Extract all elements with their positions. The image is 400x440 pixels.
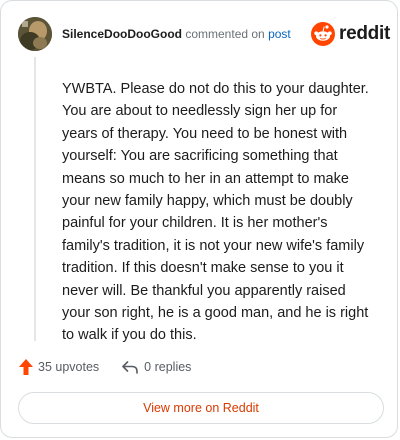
reply-arrow-icon bbox=[122, 361, 138, 374]
avatar-image bbox=[18, 17, 52, 51]
comment-actions: 35 upvotes 0 replies bbox=[18, 358, 191, 376]
reddit-logo[interactable]: reddit bbox=[311, 22, 390, 46]
upvote-count: 35 upvotes bbox=[38, 360, 100, 374]
comment-embed-card: SilenceDooDooGood commented on post redd… bbox=[0, 0, 398, 438]
replies-count: 0 replies bbox=[144, 360, 192, 374]
reddit-snoo-icon bbox=[311, 22, 335, 46]
replies-button[interactable]: 0 replies bbox=[121, 359, 191, 375]
view-more-label: View more on Reddit bbox=[143, 401, 259, 415]
commented-on-text: commented on bbox=[185, 27, 265, 41]
upvote-button[interactable]: 35 upvotes bbox=[18, 358, 99, 376]
upvote-arrow-icon bbox=[19, 359, 33, 375]
view-more-button[interactable]: View more on Reddit bbox=[18, 392, 384, 424]
avatar[interactable] bbox=[18, 17, 52, 51]
thread-line bbox=[34, 57, 36, 341]
reddit-wordmark: reddit bbox=[339, 23, 390, 44]
comment-header: SilenceDooDooGood commented on post bbox=[62, 27, 291, 41]
username-link[interactable]: SilenceDooDooGood bbox=[62, 27, 182, 41]
comment-body: YWBTA. Please do not do this to your dau… bbox=[62, 81, 369, 344]
post-link[interactable]: post bbox=[268, 27, 291, 41]
